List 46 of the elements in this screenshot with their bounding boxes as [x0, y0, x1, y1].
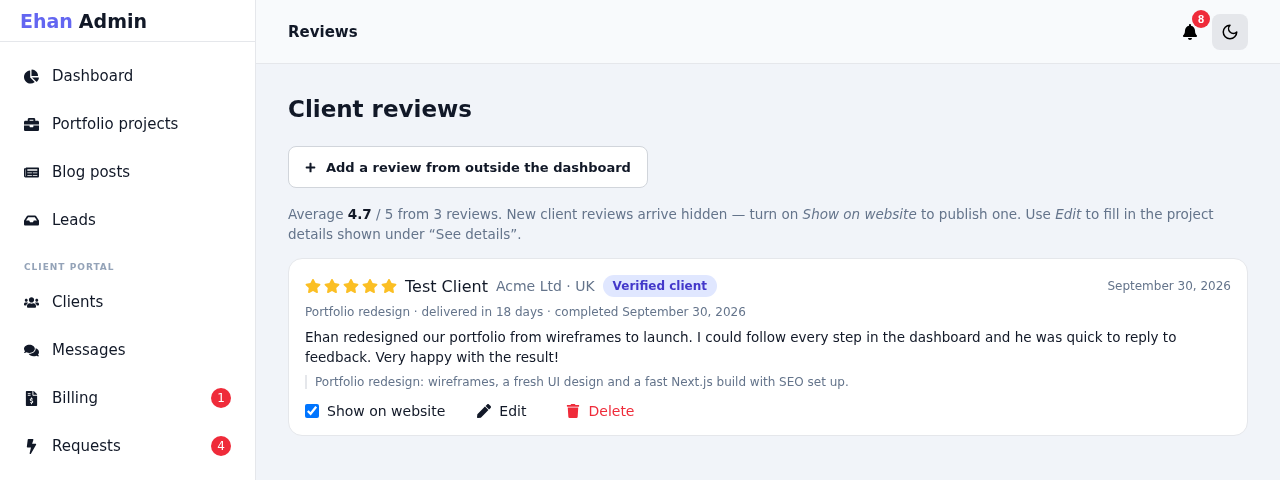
- sidebar-item[interactable]: Clients: [12, 278, 243, 326]
- theme-toggle-button[interactable]: [1212, 13, 1248, 50]
- sidebar-item[interactable]: Requests 4: [12, 422, 243, 470]
- star-icon: [362, 278, 378, 294]
- checkbox[interactable]: [305, 404, 319, 418]
- plus-icon: [305, 161, 316, 173]
- count-badge: 1: [211, 388, 231, 408]
- sidebar-item[interactable]: Leads: [12, 196, 243, 244]
- invoice-icon: [24, 390, 39, 406]
- verified-badge: Verified client: [602, 275, 717, 297]
- review-date: September 30, 2026: [1107, 279, 1231, 293]
- moon-icon: [1221, 22, 1239, 41]
- add-review-button[interactable]: Add a review from outside the dashboard: [288, 146, 648, 188]
- sidebar-item[interactable]: Messages: [12, 326, 243, 374]
- star-icon: [305, 278, 321, 294]
- delete-button[interactable]: Delete: [558, 403, 643, 419]
- edit-button[interactable]: Edit: [469, 403, 535, 419]
- project-meta: Portfolio redesign · delivered in 18 days · completed September 30, 2026: [305, 305, 747, 319]
- star-icon: [324, 278, 340, 294]
- company-text: Acme Ltd · UK: [495, 278, 595, 294]
- section-heading: CLIENT PORTAL: [23, 261, 116, 274]
- page-title: Reviews: [288, 22, 358, 41]
- project-summary: Portfolio redesign: wireframes, a fresh UI design and a fast Next.js build with SEO set up.: [305, 375, 1231, 389]
- lightning-icon: [24, 438, 39, 454]
- review-text: Ehan redesigned our portfolio from wireframes to launch. I could follow every step in the dashboard and he was quick to reply to feedback. Very happy with the result!: [305, 328, 1178, 367]
- client-name: Test Client: [405, 276, 488, 296]
- sidebar-item[interactable]: Blog posts: [12, 148, 243, 196]
- chat-bubbles-icon: [24, 342, 39, 358]
- notification-count: 8: [1192, 9, 1210, 28]
- checkbox-label[interactable]: Show on website: [327, 403, 446, 419]
- notifications-button[interactable]: 8: [1176, 9, 1210, 46]
- star-icon: [343, 278, 359, 294]
- sidebar-item[interactable]: Dashboard: [12, 52, 243, 100]
- bell-icon: [1182, 23, 1198, 40]
- trash-icon: [566, 404, 581, 418]
- sidebar-item[interactable]: Portfolio projects: [12, 100, 243, 148]
- sidebar-item[interactable]: Billing 1: [12, 374, 243, 422]
- star-icon: [381, 278, 397, 294]
- summary-text: Average 4.7 / 5 from 3 reviews. New client reviews arrive hidden — turn on Show on website to publish one. Use Edit to fill in the project details shown under “See details”.: [288, 205, 1215, 244]
- pie-chart-icon: [24, 68, 39, 84]
- brand-logo: Ehan Admin: [0, 0, 255, 42]
- briefcase-icon: [24, 116, 39, 132]
- count-badge: 4: [211, 436, 231, 456]
- pencil-icon: [477, 404, 492, 418]
- users-icon: [24, 294, 39, 310]
- heading: Client reviews: [288, 96, 472, 122]
